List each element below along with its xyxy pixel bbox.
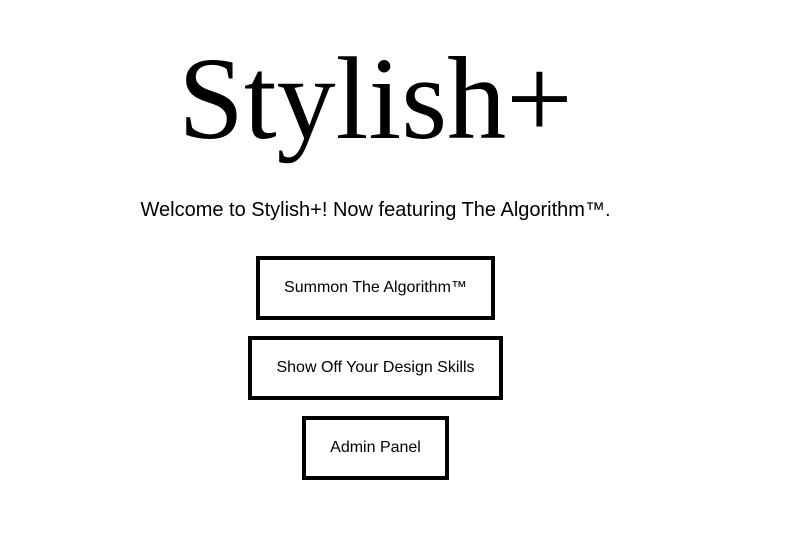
- show-design-skills-button[interactable]: Show Off Your Design Skills: [248, 336, 503, 400]
- app-logo-title: Stylish+: [178, 33, 573, 164]
- welcome-tagline: Welcome to Stylish+! Now featuring The A…: [140, 199, 611, 221]
- admin-panel-button[interactable]: Admin Panel: [302, 416, 449, 480]
- summon-algorithm-button[interactable]: Summon The Algorithm™: [256, 256, 495, 320]
- page: Stylish+ Welcome to Stylish+! Now featur…: [0, 0, 788, 548]
- main-menu: Summon The Algorithm™ Show Off Your Desi…: [0, 256, 751, 496]
